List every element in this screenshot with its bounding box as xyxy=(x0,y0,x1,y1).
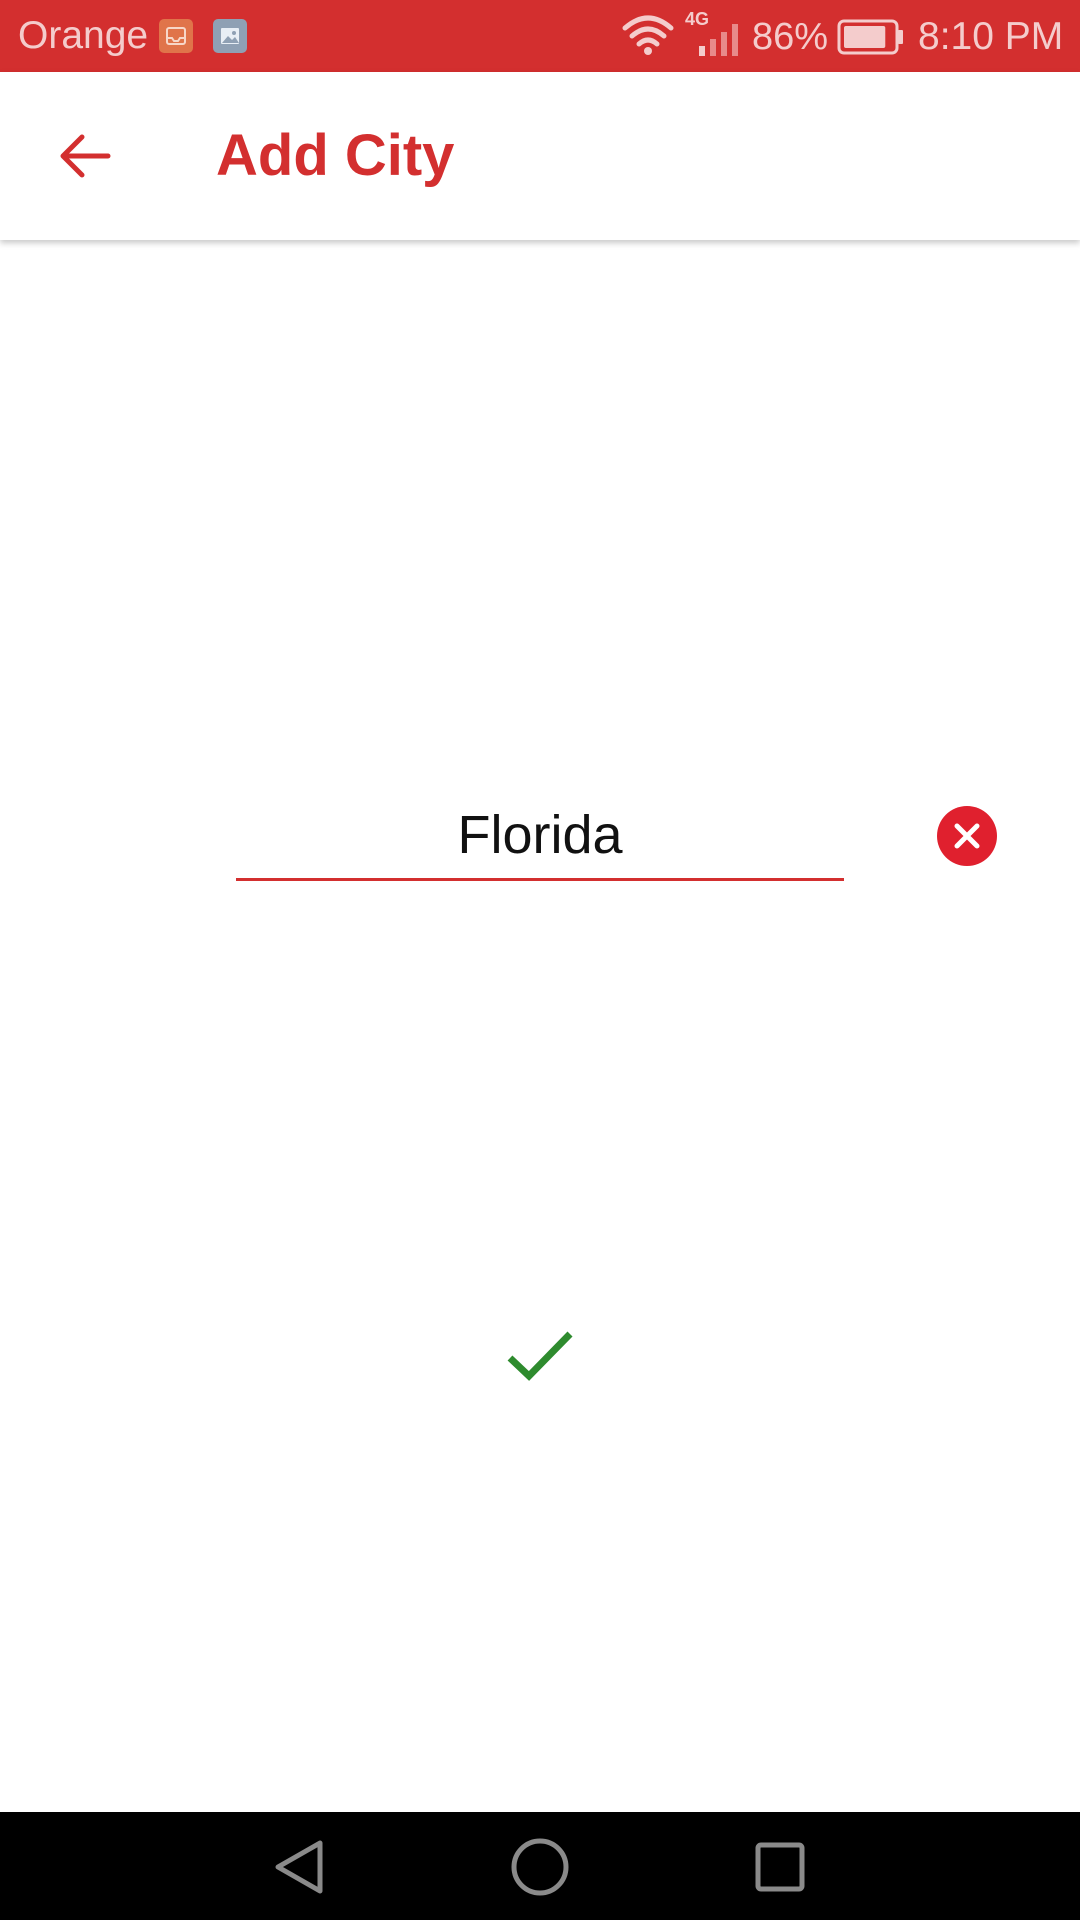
nav-recents-button[interactable] xyxy=(745,1832,815,1902)
page-title: Add City xyxy=(216,123,455,188)
clear-button[interactable] xyxy=(937,806,997,866)
inbox-icon xyxy=(159,19,193,53)
nav-back-button[interactable] xyxy=(265,1832,335,1902)
carrier-name: Orange xyxy=(18,14,149,57)
gallery-icon xyxy=(213,19,247,53)
battiery-icon xyxy=(837,19,905,60)
status-bar: Orange 4G 86% 8:10 PM xyxy=(0,0,1080,72)
screen: Orange 4G 86% 8:10 PM Add City Florida xyxy=(0,0,1080,1920)
clock: 8:10 PM xyxy=(918,15,1064,58)
arrow-left-icon xyxy=(60,134,111,178)
checkmark-icon xyxy=(507,1331,573,1381)
home-circle-icon xyxy=(511,1838,569,1896)
back-button[interactable] xyxy=(44,116,124,196)
back-triangle-icon xyxy=(275,1840,323,1894)
battery-percent: 86% xyxy=(752,16,829,58)
navigation-bar xyxy=(0,1812,1080,1920)
close-circle-icon xyxy=(954,823,980,849)
nav-home-button[interactable] xyxy=(505,1832,575,1902)
app-bar: Add City xyxy=(0,72,1080,240)
confirm-button[interactable] xyxy=(496,1320,584,1392)
city-input[interactable] xyxy=(236,792,844,878)
recents-square-icon xyxy=(755,1842,805,1892)
city-field xyxy=(236,792,844,881)
signal-icon xyxy=(697,24,743,61)
wifi-icon xyxy=(622,14,674,61)
